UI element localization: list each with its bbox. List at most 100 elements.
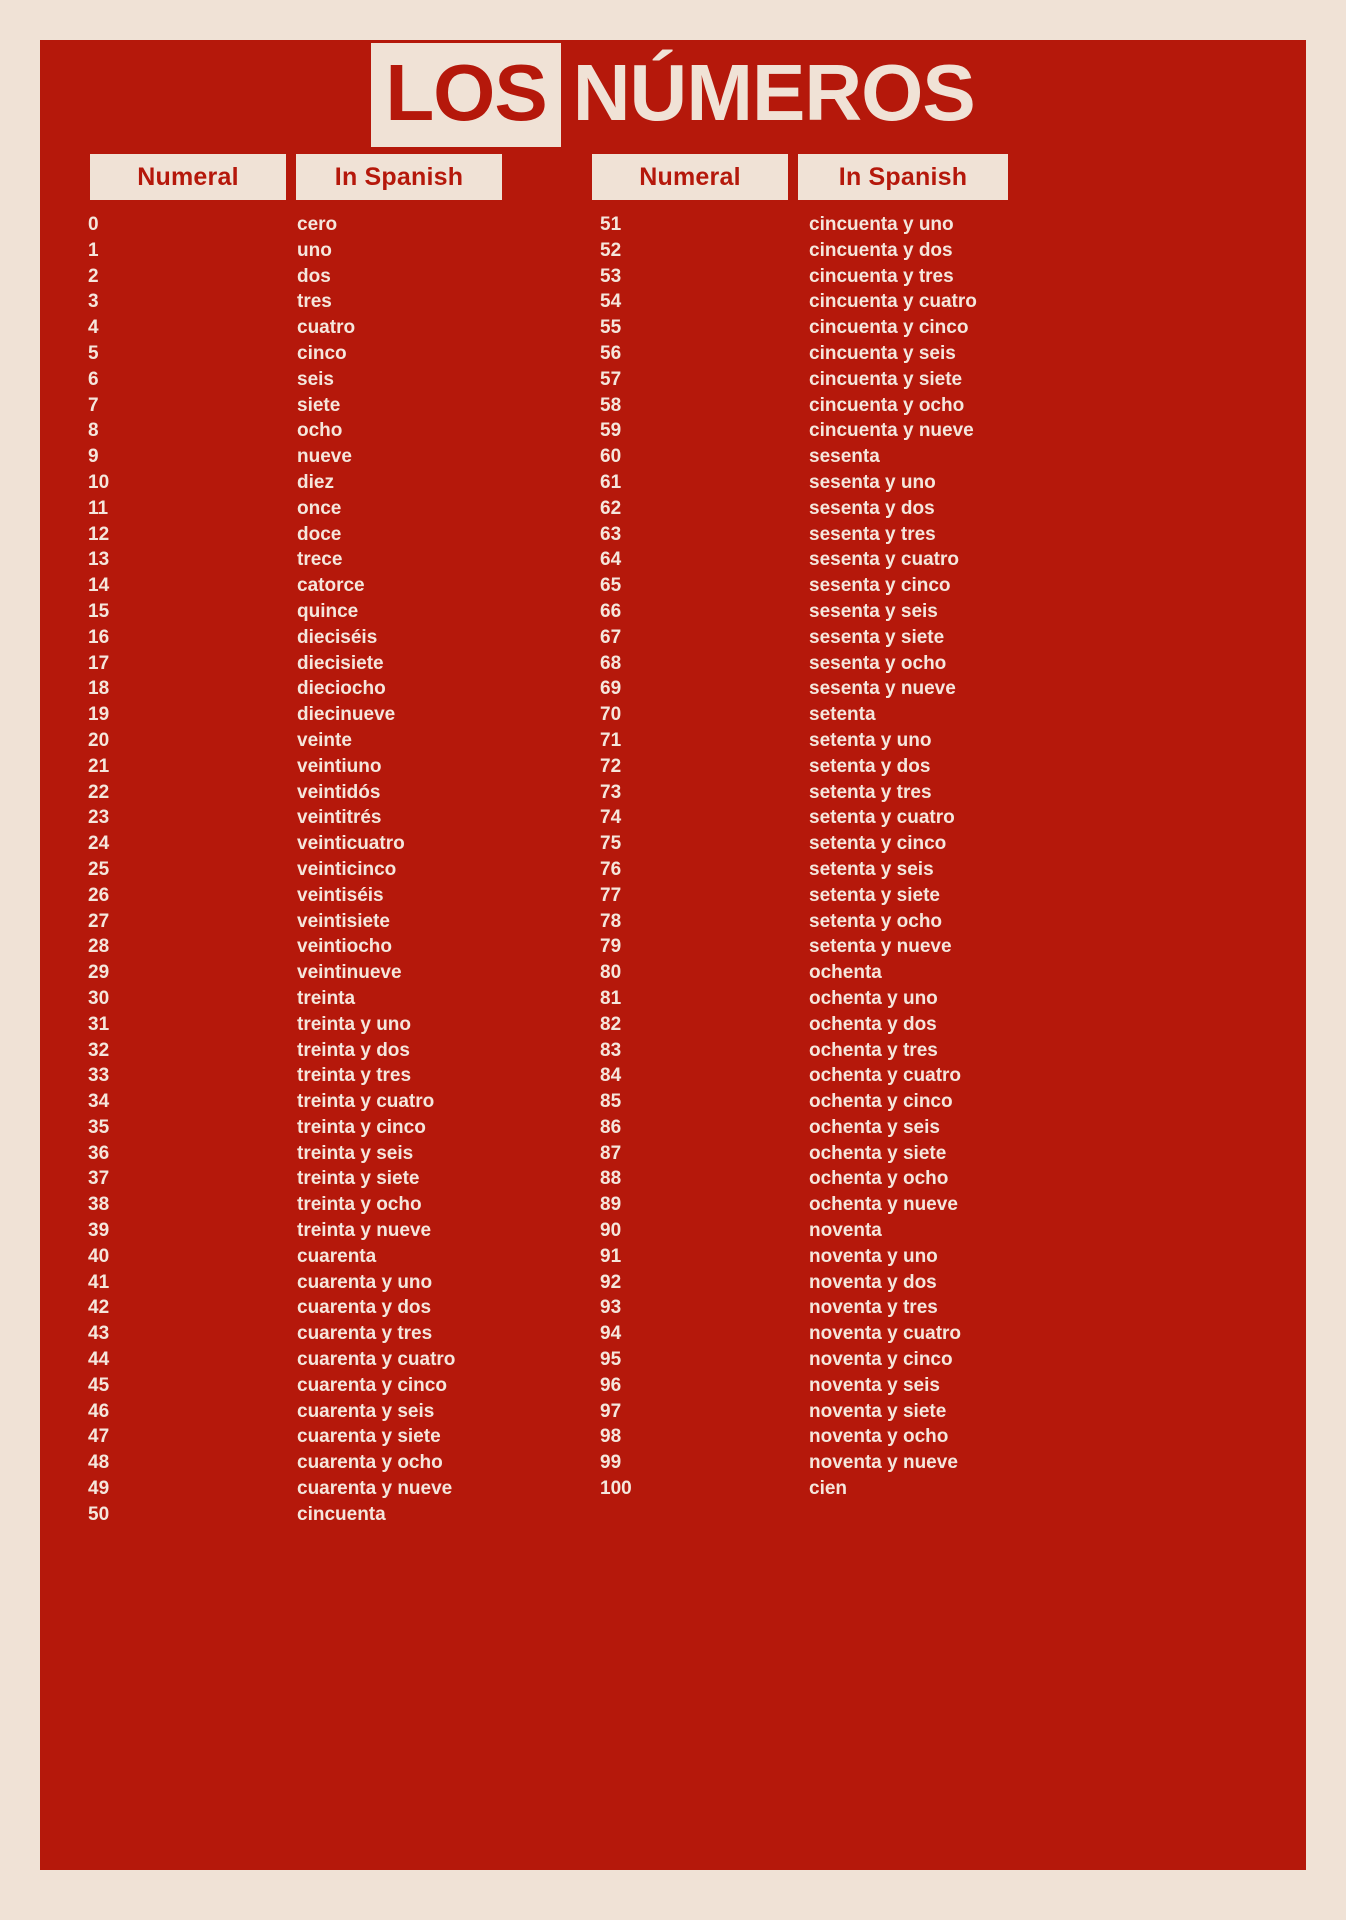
cell-spanish-word: noventa y seis <box>809 1374 940 1396</box>
table-row: 41 cuarenta y uno <box>40 1270 510 1296</box>
cell-spanish-word: once <box>297 497 342 519</box>
cell-numeral: 15 <box>88 600 110 622</box>
table-row: 27 veintisiete <box>40 909 510 935</box>
cell-spanish-word: cincuenta <box>297 1503 386 1525</box>
cell-spanish-word: noventa y cinco <box>809 1349 953 1371</box>
header-in-spanish-right: In Spanish <box>798 154 1008 200</box>
table-row: 40 cuarenta <box>40 1244 510 1270</box>
cell-numeral: 16 <box>88 626 110 648</box>
table-row: 66 sesenta y seis <box>552 599 1022 625</box>
cell-spanish-word: treinta y dos <box>297 1039 410 1061</box>
table-row: 80 ochenta <box>552 960 1022 986</box>
cell-spanish-word: veintisiete <box>297 910 390 932</box>
cell-numeral: 8 <box>88 420 99 442</box>
cell-numeral: 1 <box>88 239 99 261</box>
cell-spanish-word: veinticuatro <box>297 833 405 855</box>
cell-numeral: 73 <box>600 781 622 803</box>
cell-spanish-word: veintiséis <box>297 884 384 906</box>
cell-numeral: 48 <box>88 1452 110 1474</box>
table-row: 10 diez <box>40 470 510 496</box>
cell-spanish-word: sesenta y uno <box>809 471 936 493</box>
table-row: 46 cuarenta y seis <box>40 1399 510 1425</box>
cell-numeral: 41 <box>88 1271 110 1293</box>
cell-spanish-word: sesenta y ocho <box>809 652 947 674</box>
cell-numeral: 89 <box>600 1194 622 1216</box>
table-row: 20 veinte <box>40 728 510 754</box>
table-row: 9 nueve <box>40 444 510 470</box>
cell-numeral: 61 <box>600 471 622 493</box>
table-row: 38 treinta y ocho <box>40 1192 510 1218</box>
table-row: 11 once <box>40 496 510 522</box>
cell-spanish-word: seis <box>297 368 334 390</box>
cell-spanish-word: treinta y cuatro <box>297 1091 435 1113</box>
cell-spanish-word: cuarenta y dos <box>297 1297 432 1319</box>
cell-numeral: 57 <box>600 368 622 390</box>
cell-numeral: 53 <box>600 265 622 287</box>
table-row: 51 cincuenta y uno <box>552 212 1022 238</box>
cell-numeral: 77 <box>600 884 622 906</box>
cell-numeral: 88 <box>600 1168 622 1190</box>
cell-spanish-word: dos <box>297 265 331 287</box>
cell-numeral: 95 <box>600 1349 622 1371</box>
table-row: 87 ochenta y siete <box>552 1141 1022 1167</box>
cell-numeral: 29 <box>88 962 110 984</box>
table-row: 47 cuarenta y siete <box>40 1424 510 1450</box>
table-row: 31 treinta y uno <box>40 1012 510 1038</box>
cell-numeral: 40 <box>88 1245 110 1267</box>
cell-spanish-word: cuarenta y ocho <box>297 1452 443 1474</box>
cell-numeral: 2 <box>88 265 99 287</box>
cell-spanish-word: setenta y seis <box>809 858 934 880</box>
table-row: 92 noventa y dos <box>552 1270 1022 1296</box>
cell-numeral: 59 <box>600 420 622 442</box>
cell-numeral: 52 <box>600 239 622 261</box>
cell-spanish-word: setenta y uno <box>809 729 932 751</box>
cell-numeral: 18 <box>88 678 110 700</box>
cell-spanish-word: cero <box>297 214 338 235</box>
table-row: 50 cincuenta <box>40 1502 510 1528</box>
cell-spanish-word: diecisiete <box>297 652 384 674</box>
cell-spanish-word: ochenta y uno <box>809 987 938 1009</box>
table-row: 74 setenta y cuatro <box>552 805 1022 831</box>
cell-numeral: 32 <box>88 1039 110 1061</box>
cell-spanish-word: veinte <box>297 729 352 751</box>
table-row: 62 sesenta y dos <box>552 496 1022 522</box>
table-row: 75 setenta y cinco <box>552 831 1022 857</box>
table-row: 22 veintidós <box>40 780 510 806</box>
cell-numeral: 7 <box>88 394 99 416</box>
cell-spanish-word: sesenta <box>809 446 880 468</box>
table-row: 45 cuarenta y cinco <box>40 1373 510 1399</box>
cell-numeral: 51 <box>600 214 622 235</box>
table-row: 96 noventa y seis <box>552 1373 1022 1399</box>
cell-spanish-word: cinco <box>297 342 347 364</box>
table-row: 53 cincuenta y tres <box>552 264 1022 290</box>
cell-spanish-word: dieciocho <box>297 678 386 700</box>
table-row: 14 catorce <box>40 573 510 599</box>
cell-numeral: 74 <box>600 807 622 829</box>
cell-spanish-word: uno <box>297 239 332 261</box>
cell-spanish-word: treinta y cinco <box>297 1116 426 1138</box>
cell-spanish-word: sesenta y nueve <box>809 678 956 700</box>
table-row: 44 cuarenta y cuatro <box>40 1347 510 1373</box>
cell-numeral: 71 <box>600 729 622 751</box>
cell-numeral: 42 <box>88 1297 110 1319</box>
cell-numeral: 90 <box>600 1220 622 1242</box>
numbers-column-left: 0 cero 1 uno 2 dos 3 tres 4 cuatro 5 cinco 6 seis 7 sie… <box>40 212 510 1528</box>
table-row: 32 treinta y dos <box>40 1038 510 1064</box>
table-row: 8 ocho <box>40 418 510 444</box>
cell-numeral: 43 <box>88 1323 110 1345</box>
cell-spanish-word: setenta y cinco <box>809 833 947 855</box>
cell-numeral: 78 <box>600 910 622 932</box>
cell-numeral: 80 <box>600 962 622 984</box>
table-row: 6 seis <box>40 367 510 393</box>
cell-numeral: 100 <box>600 1478 632 1500</box>
cell-numeral: 72 <box>600 755 622 777</box>
cell-spanish-word: cincuenta y seis <box>809 342 956 364</box>
cell-numeral: 35 <box>88 1116 110 1138</box>
cell-spanish-word: cuarenta y seis <box>297 1400 435 1422</box>
cell-spanish-word: nueve <box>297 446 352 468</box>
cell-numeral: 49 <box>88 1478 110 1500</box>
cell-numeral: 87 <box>600 1142 622 1164</box>
cell-spanish-word: diez <box>297 471 334 493</box>
cell-spanish-word: noventa <box>809 1220 882 1242</box>
cell-numeral: 94 <box>600 1323 622 1345</box>
